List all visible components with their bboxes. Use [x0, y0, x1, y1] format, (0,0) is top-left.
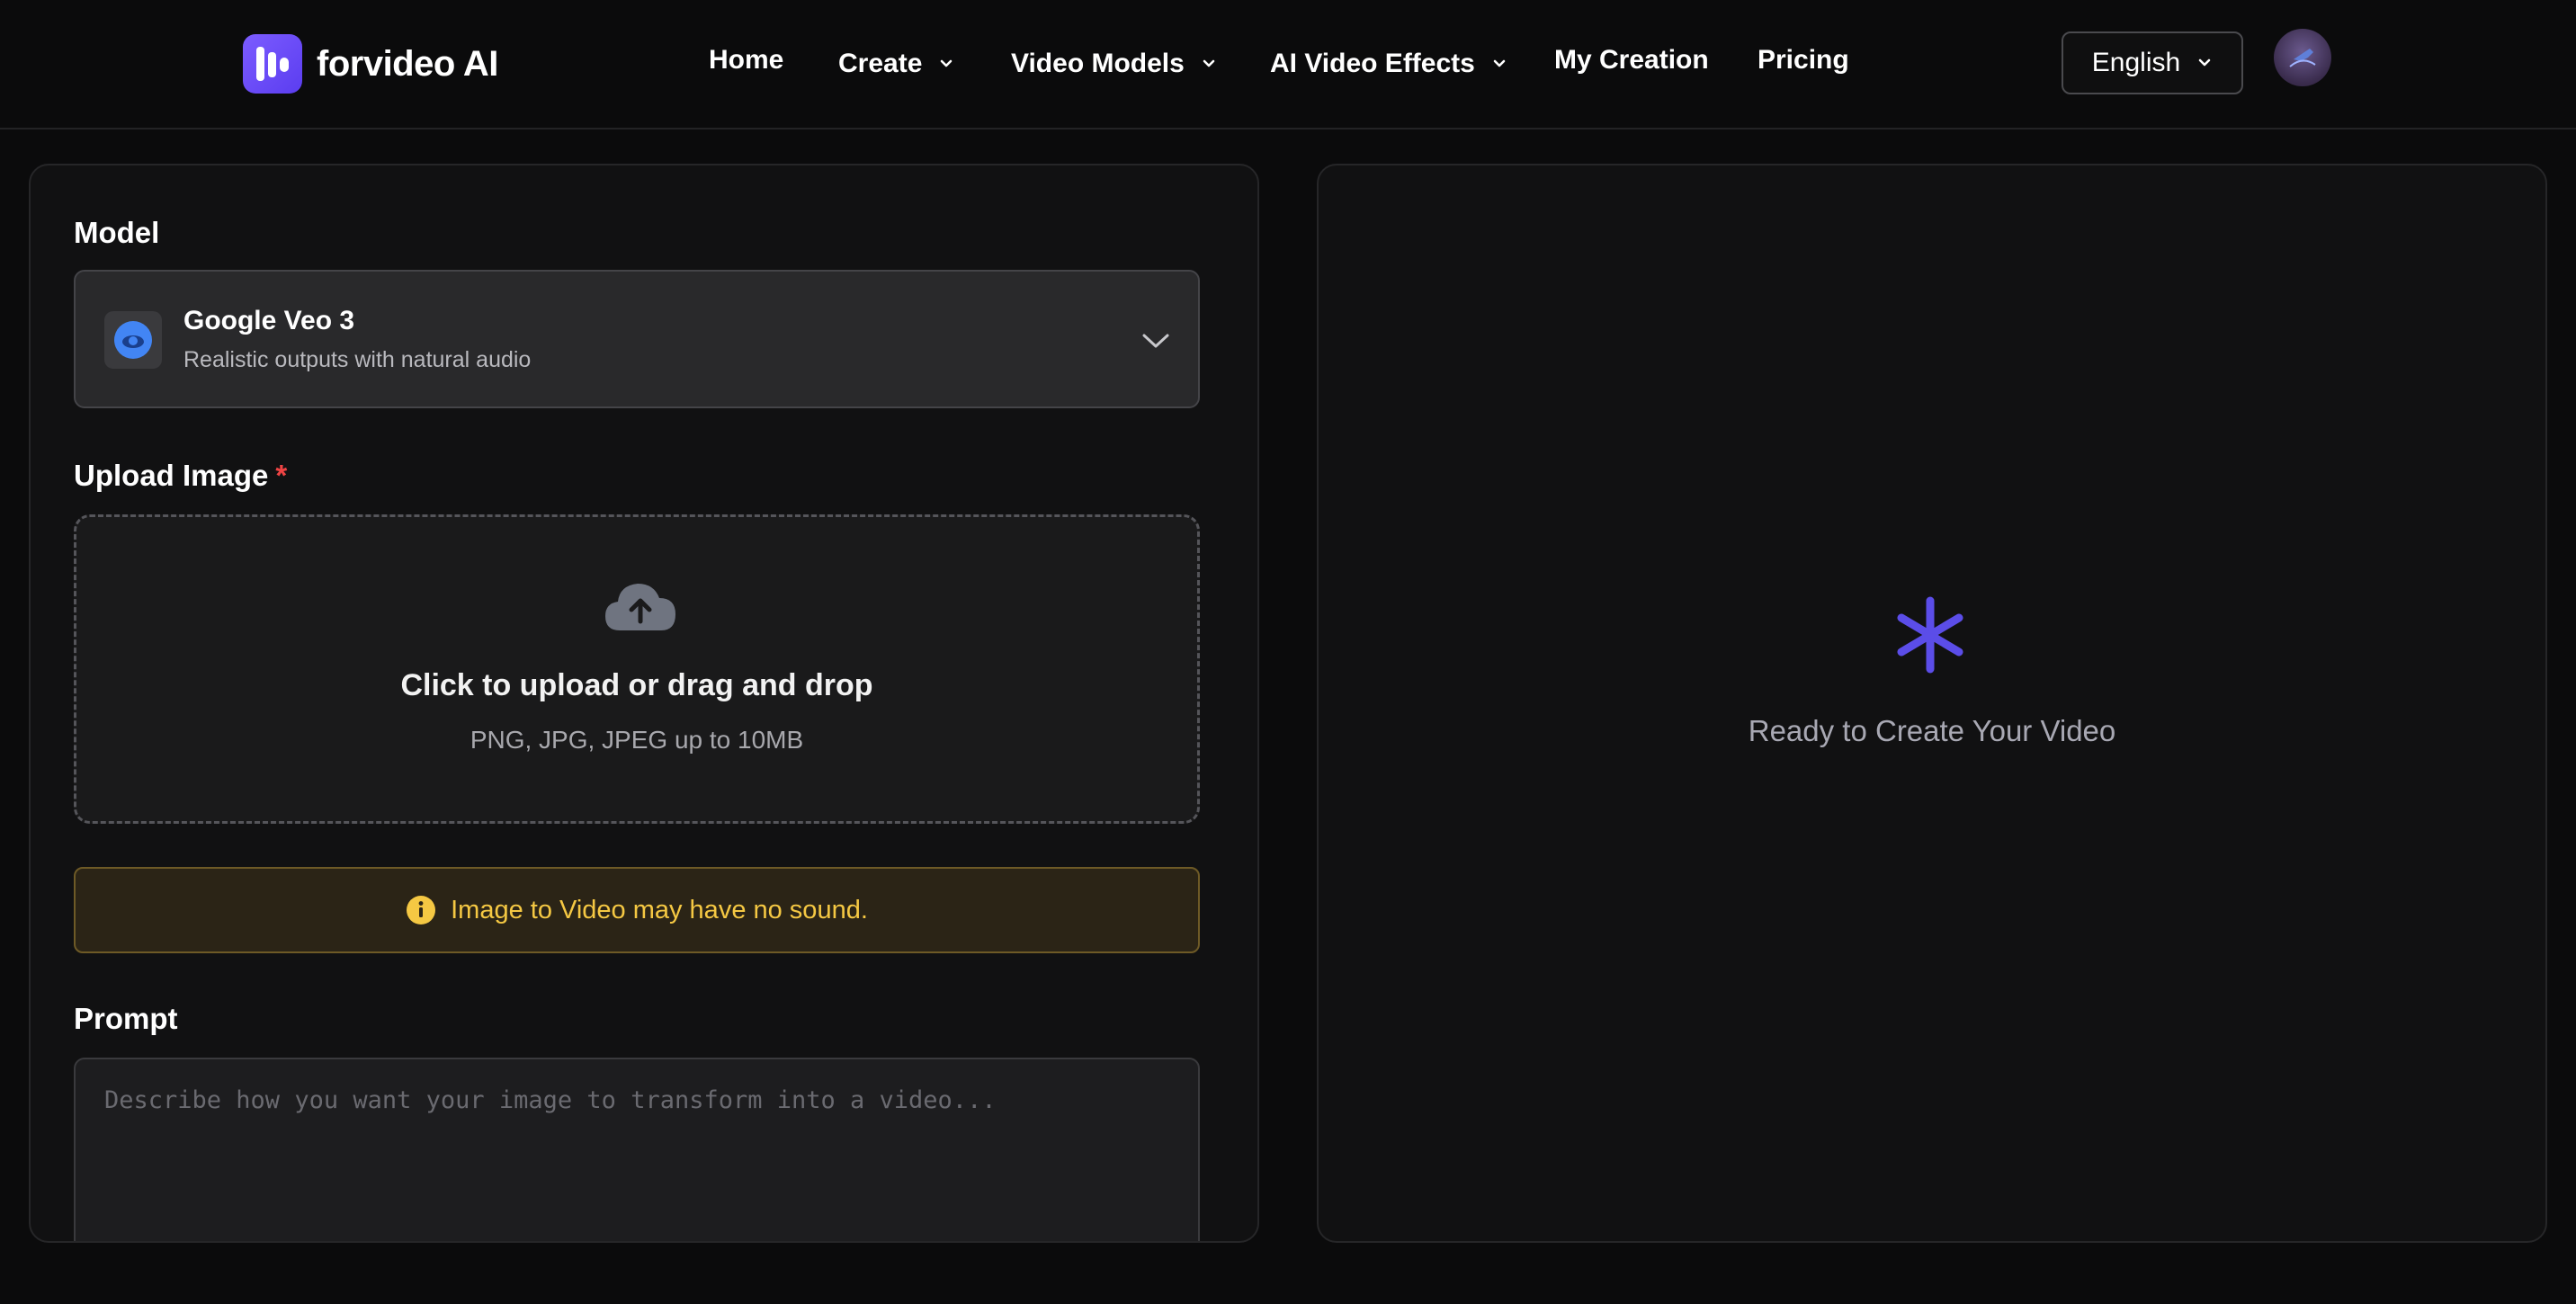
nav-video-models[interactable]: Video Models	[1011, 49, 1217, 79]
language-selector[interactable]: English	[2062, 31, 2243, 94]
nav-create-label: Create	[838, 49, 923, 78]
no-sound-notice: Image to Video may have no sound.	[74, 867, 1200, 953]
chevron-down-icon	[2198, 58, 2211, 67]
chevron-down-icon	[1203, 59, 1215, 67]
nav-ai-video-effects-label: AI Video Effects	[1270, 49, 1475, 78]
model-dropdown[interactable]: Google Veo 3 Realistic outputs with natu…	[74, 270, 1200, 408]
model-name: Google Veo 3	[183, 306, 355, 335]
brand-logo[interactable]: forvideo AI	[243, 34, 498, 94]
prompt-input[interactable]	[74, 1058, 1200, 1241]
nav-video-models-label: Video Models	[1011, 49, 1185, 78]
video-preview-panel: Ready to Create Your Video	[1317, 164, 2547, 1243]
user-avatar[interactable]	[2274, 29, 2331, 86]
upload-image-label-text: Upload Image	[74, 459, 269, 492]
nav-home[interactable]: Home	[709, 45, 783, 76]
nav-pricing-label: Pricing	[1758, 45, 1849, 75]
image-upload-dropzone[interactable]: Click to upload or drag and drop PNG, JP…	[74, 514, 1200, 824]
required-asterisk: *	[275, 459, 288, 492]
google-veo-icon	[104, 311, 162, 369]
chevron-down-icon	[941, 59, 953, 67]
generation-form-panel: Model Google Veo 3 Realistic outputs wit…	[29, 164, 1259, 1243]
logo-icon	[243, 34, 302, 94]
avatar-image	[2289, 49, 2316, 67]
nav-my-creation-label: My Creation	[1554, 45, 1709, 75]
model-description: Realistic outputs with natural audio	[183, 347, 532, 372]
nav-ai-video-effects[interactable]: AI Video Effects	[1270, 49, 1507, 79]
nav-create[interactable]: Create	[838, 49, 954, 79]
info-icon	[407, 896, 436, 924]
brand-name: forvideo AI	[317, 43, 498, 84]
language-label: English	[2091, 48, 2181, 77]
chevron-down-icon	[1142, 334, 1169, 348]
upload-title: Click to upload or drag and drop	[400, 668, 873, 702]
top-navigation-bar: forvideo AI Home Create Video Models AI …	[0, 0, 2576, 130]
sparkle-asterisk-icon	[1897, 596, 1963, 674]
notice-text: Image to Video may have no sound.	[451, 895, 868, 924]
cloud-upload-icon	[605, 584, 675, 630]
model-label: Model	[74, 216, 160, 249]
nav-pricing[interactable]: Pricing	[1758, 45, 1849, 76]
nav-my-creation[interactable]: My Creation	[1554, 45, 1709, 76]
upload-hint: PNG, JPG, JPEG up to 10MB	[470, 726, 804, 754]
chevron-down-icon	[1493, 59, 1506, 67]
prompt-label: Prompt	[74, 1002, 178, 1035]
nav-home-label: Home	[709, 45, 784, 75]
upload-image-label: Upload Image *	[74, 459, 287, 493]
ready-message: Ready to Create Your Video	[1748, 714, 2116, 747]
